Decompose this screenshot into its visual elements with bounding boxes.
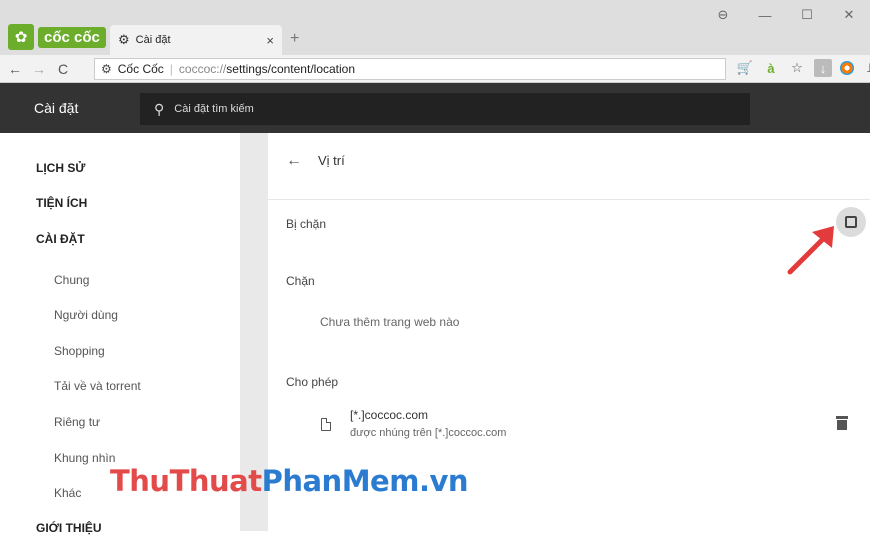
sidebar-item-history[interactable]: LỊCH SỬ (36, 161, 85, 175)
extension-icon[interactable] (840, 61, 854, 75)
window-controls: ⊖ — ☐ ✕ (702, 0, 870, 30)
settings-title: Cài đặt (34, 100, 79, 116)
gear-icon: ⚙ (118, 32, 130, 47)
sidebar-item-privacy[interactable]: Riêng tư (54, 415, 100, 429)
site-name: Cốc Cốc (117, 62, 164, 76)
close-tab-icon[interactable]: × (266, 33, 274, 48)
allowed-site: [*.]coccoc.com (350, 408, 429, 422)
sidebar-item-shopping[interactable]: Shopping (54, 344, 105, 358)
allowed-site-detail: được nhúng trên [*.]coccoc.com (350, 427, 507, 439)
document-icon (321, 418, 331, 431)
allow-heading: Cho phép (286, 375, 339, 389)
sidebar-item-downloads[interactable]: Tải về và torrent (54, 379, 141, 393)
page-title: Vị trí (318, 153, 345, 168)
minimize-button[interactable]: — (744, 0, 786, 30)
toolbar-icons: 🛒 à ☆ ↓ ⫫ (736, 59, 870, 77)
tab-settings[interactable]: ⚙ Cài đặt × (110, 25, 282, 55)
browser-toolbar: ← → C ⚙ Cốc Cốc | coccoc://settings/cont… (0, 55, 870, 83)
forward-button[interactable]: → (32, 61, 46, 77)
checkbox-icon (845, 216, 857, 228)
coccoc-logo-icon: ✿ (8, 24, 34, 50)
search-placeholder: Cài đặt tìm kiếm (174, 103, 254, 115)
blocked-toggle-label: Bị chặn (286, 217, 327, 231)
settings-header: Cài đặt ⚲ Cài đặt tìm kiếm (0, 83, 870, 133)
close-window-button[interactable]: ✕ (828, 0, 870, 30)
profile-icon[interactable]: ⊖ (702, 0, 744, 30)
search-icon: ⚲ (154, 100, 165, 117)
bookmark-star-icon[interactable]: ☆ (788, 59, 806, 77)
url-text: coccoc://settings/content/location (178, 62, 356, 76)
sidebar-item-settings[interactable]: CÀI ĐẶT (36, 232, 85, 246)
divider (268, 199, 870, 200)
reload-button[interactable]: C (56, 61, 70, 77)
sidebar-item-extensions[interactable]: TIỆN ÍCH (36, 196, 87, 210)
download-icon[interactable]: ↓ (814, 59, 832, 77)
coccoc-logo[interactable]: ✿ cốc cốc (8, 24, 106, 50)
sidebar-item-other[interactable]: Khác (54, 486, 81, 500)
block-empty-text: Chưa thêm trang web nào (320, 315, 460, 329)
tab-title: Cài đặt (135, 34, 171, 46)
sidebar-item-users[interactable]: Người dùng (54, 308, 118, 322)
address-separator: | (169, 62, 173, 76)
new-tab-button[interactable]: + (290, 30, 299, 48)
maximize-button[interactable]: ☐ (786, 0, 828, 30)
coccoc-logo-text: cốc cốc (38, 26, 106, 48)
vietnamese-input-icon[interactable]: à (762, 59, 780, 77)
site-security-icon[interactable]: ⚙ (101, 62, 112, 76)
address-bar[interactable]: ⚙ Cốc Cốc | coccoc://settings/content/lo… (94, 58, 726, 80)
back-button[interactable]: ← (8, 61, 22, 77)
sidebar-item-general[interactable]: Chung (54, 273, 89, 287)
red-arrow-annotation (787, 226, 834, 275)
downloads-menu-icon[interactable]: ⫫ (862, 59, 870, 77)
sidebar-item-about[interactable]: GIỚI THIỆU (36, 521, 102, 535)
delete-icon[interactable] (836, 416, 848, 430)
browser-titlebar: ✿ cốc cốc ⚙ Cài đặt × + ⊖ — ☐ ✕ (0, 0, 870, 55)
block-heading: Chặn (286, 274, 315, 288)
sidebar-item-appearance[interactable]: Khung nhìn (54, 451, 115, 465)
settings-search-input[interactable]: ⚲ Cài đặt tìm kiếm (140, 93, 750, 125)
back-arrow-icon[interactable]: ← (286, 152, 302, 170)
shopping-cart-icon[interactable]: 🛒 (736, 59, 754, 77)
watermark: ThuThuatPhanMem.vn (110, 464, 469, 498)
